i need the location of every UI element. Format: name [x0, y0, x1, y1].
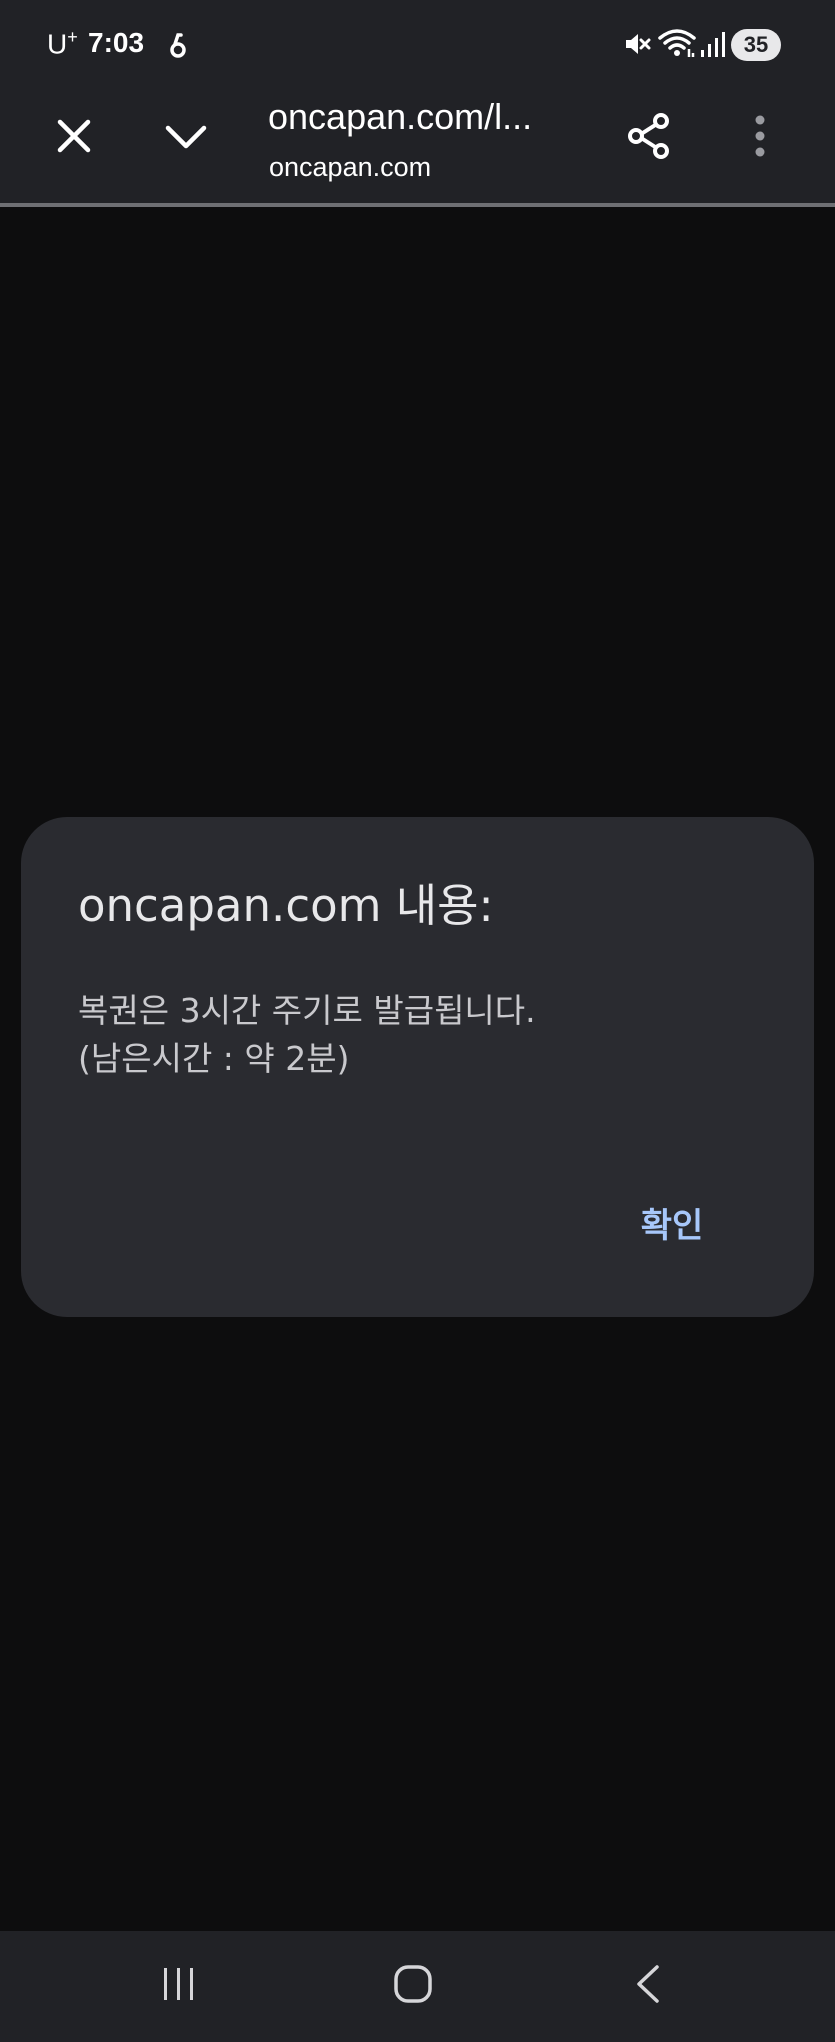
- dialog-title: oncapan.com 내용:: [78, 879, 494, 932]
- status-bar: U+ 7:03 35: [0, 0, 835, 90]
- page-domain: oncapan.com: [269, 152, 432, 182]
- notification-icon: [168, 30, 188, 64]
- minimize-button[interactable]: [154, 106, 218, 170]
- confirm-button[interactable]: 확인: [617, 1191, 727, 1261]
- share-icon: [626, 113, 672, 163]
- signal-icon: [700, 30, 726, 62]
- recents-icon: [159, 1966, 199, 2006]
- mute-icon: [623, 30, 651, 62]
- back-icon: [633, 1963, 663, 2009]
- dialog-message-line: 복권은 3시간 주기로 발급됩니다.: [78, 991, 536, 1030]
- screen: U+ 7:03 35 oncapan.com/l... oncapan.com …: [0, 0, 835, 2042]
- more-vert-icon: [754, 114, 766, 162]
- dialog-message-line: (남은시간 : 약 2분): [78, 1039, 350, 1078]
- browser-toolbar: oncapan.com/l... oncapan.com: [0, 90, 835, 207]
- page-title: oncapan.com/l...: [268, 96, 533, 137]
- back-button[interactable]: [603, 1946, 693, 2026]
- more-options-button[interactable]: [728, 106, 792, 170]
- close-button[interactable]: [42, 106, 106, 170]
- home-button[interactable]: [368, 1946, 458, 2026]
- status-time: 7:03: [88, 27, 145, 58]
- carrier-label: U+: [47, 27, 78, 60]
- home-icon: [392, 1963, 434, 2009]
- share-button[interactable]: [617, 106, 681, 170]
- navigation-bar: [0, 1931, 835, 2042]
- recents-button[interactable]: [134, 1946, 224, 2026]
- alert-dialog: oncapan.com 내용: 복권은 3시간 주기로 발급됩니다. (남은시간…: [21, 817, 814, 1317]
- chevron-down-icon: [164, 122, 208, 154]
- battery-indicator: 35: [731, 29, 781, 61]
- close-icon: [56, 118, 92, 158]
- wifi-icon: [658, 28, 696, 62]
- dialog-message: 복권은 3시간 주기로 발급됩니다. (남은시간 : 약 2분): [78, 987, 768, 1083]
